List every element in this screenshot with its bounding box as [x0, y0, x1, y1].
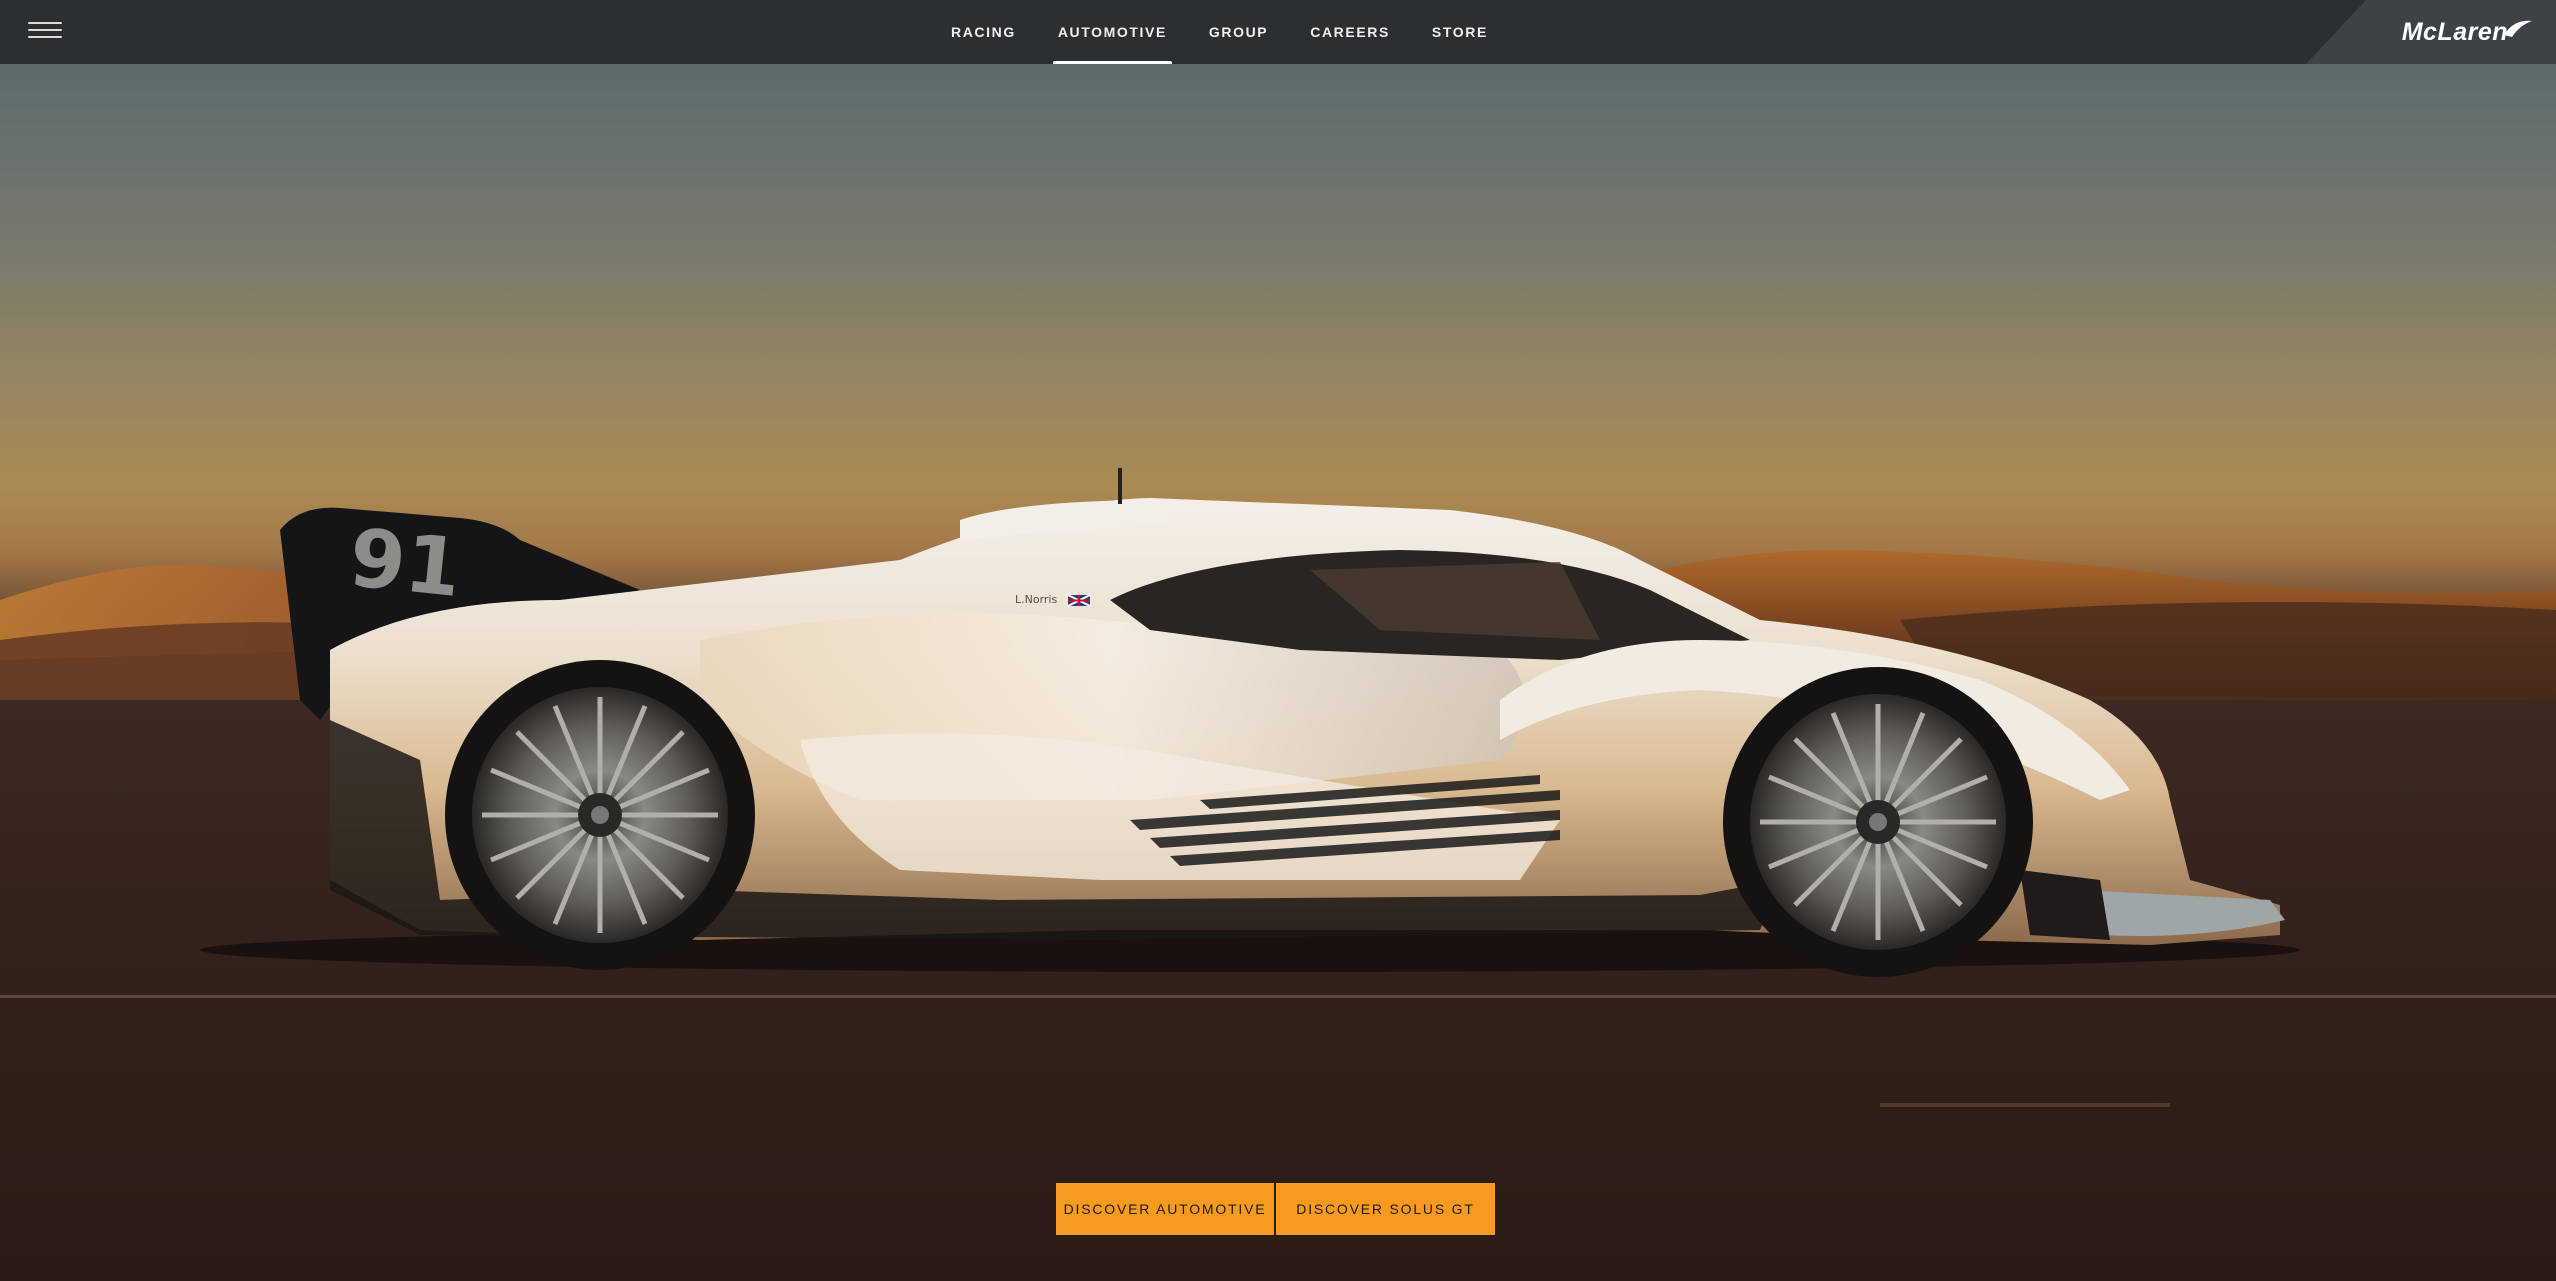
cta-button-group: DISCOVER AUTOMOTIVE DISCOVER SOLUS GT [1056, 1183, 1495, 1235]
hero-image: 91 L.Norris [0, 0, 2556, 1281]
mclaren-logo[interactable]: McLaren [2402, 18, 2534, 47]
main-nav: RACING AUTOMOTIVE GROUP CAREERS STORE [0, 0, 2556, 64]
svg-text:L.Norris: L.Norris [1015, 593, 1057, 606]
nav-item-group[interactable]: GROUP [1188, 0, 1289, 64]
nav-item-racing[interactable]: RACING [930, 0, 1037, 64]
nav-item-careers[interactable]: CAREERS [1289, 0, 1411, 64]
speedmark-swoosh-icon [2504, 20, 2532, 37]
discover-solus-gt-button[interactable]: DISCOVER SOLUS GT [1276, 1183, 1495, 1235]
discover-automotive-button[interactable]: DISCOVER AUTOMOTIVE [1056, 1183, 1274, 1235]
logo-wordmark: McLaren [2401, 18, 2508, 46]
svg-text:91: 91 [345, 511, 465, 615]
hero-scene: 91 L.Norris [0, 468, 2556, 1281]
nav-item-automotive[interactable]: AUTOMOTIVE [1037, 0, 1188, 64]
nav-item-store[interactable]: STORE [1411, 0, 1509, 64]
